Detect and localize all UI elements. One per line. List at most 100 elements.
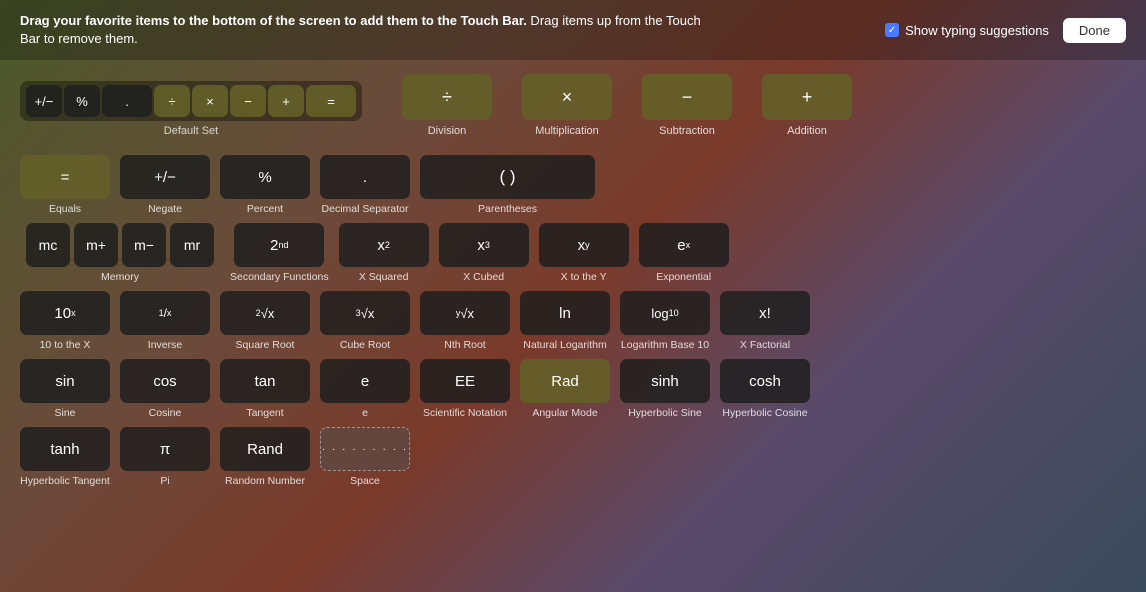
main-content: +/− % . ÷ × − + = Default Set ÷ Division… <box>0 60 1146 507</box>
cell-log10: log10 Logarithm Base 10 <box>620 291 710 351</box>
cell-sin: sin Sine <box>20 359 110 419</box>
subtraction-label: Subtraction <box>659 125 715 137</box>
parentheses-label: Parentheses <box>478 203 537 215</box>
row-5: tanh Hyperbolic Tangent π Pi Rand Random… <box>20 427 1126 487</box>
space-btn[interactable]: · · · · · · · · · <box>320 427 410 471</box>
10tox-label: 10 to the X <box>40 339 91 351</box>
cell-xsquared: x2 X Squared <box>339 223 429 283</box>
tan-btn[interactable]: tan <box>220 359 310 403</box>
xtoy-label: X to the Y <box>561 271 607 283</box>
sqrt-btn[interactable]: 2√x <box>220 291 310 335</box>
pi-btn[interactable]: π <box>120 427 210 471</box>
cell-sqrtx: 2√x Square Root <box>220 291 310 351</box>
top-op-subtraction: − Subtraction <box>642 74 732 137</box>
subtraction-btn[interactable]: − <box>642 74 732 120</box>
mplus-btn[interactable]: m+ <box>74 223 118 267</box>
log10-btn[interactable]: log10 <box>620 291 710 335</box>
cell-ln: ln Natural Logarithm <box>520 291 610 351</box>
decimal-label: Decimal Separator <box>322 203 409 215</box>
cubert-btn[interactable]: 3√x <box>320 291 410 335</box>
percent-btn[interactable]: % <box>220 155 310 199</box>
cell-xtoy: xy X to the Y <box>539 223 629 283</box>
sin-btn[interactable]: sin <box>20 359 110 403</box>
exponential-label: Exponential <box>656 271 711 283</box>
nthroot-label: Nth Root <box>444 339 485 351</box>
cosh-btn[interactable]: cosh <box>720 359 810 403</box>
cell-xcubed: x3 X Cubed <box>439 223 529 283</box>
show-typing-label[interactable]: ✓ Show typing suggestions <box>885 23 1049 38</box>
cell-e: e e <box>320 359 410 419</box>
cell-rand: Rand Random Number <box>220 427 310 487</box>
xsquared-btn[interactable]: x2 <box>339 223 429 267</box>
default-set-buttons: +/− % . ÷ × − + = <box>20 81 362 121</box>
multiplication-label: Multiplication <box>535 125 599 137</box>
show-typing-checkbox[interactable]: ✓ <box>885 23 899 37</box>
default-set-row: +/− % . ÷ × − + = Default Set ÷ Division… <box>20 74 1126 137</box>
cos-btn[interactable]: cos <box>120 359 210 403</box>
top-op-division: ÷ Division <box>402 74 492 137</box>
default-negate-btn[interactable]: +/− <box>26 85 62 117</box>
mminus-btn[interactable]: m− <box>122 223 166 267</box>
show-typing-text: Show typing suggestions <box>905 23 1049 38</box>
xtoy-btn[interactable]: xy <box>539 223 629 267</box>
tanh-label: Hyperbolic Tangent <box>20 475 110 487</box>
cell-10tox: 10x 10 to the X <box>20 291 110 351</box>
default-divide-btn[interactable]: ÷ <box>154 85 190 117</box>
sinh-btn[interactable]: sinh <box>620 359 710 403</box>
decimal-btn[interactable]: . <box>320 155 410 199</box>
ee-btn[interactable]: EE <box>420 359 510 403</box>
done-button[interactable]: Done <box>1063 18 1126 43</box>
ee-label: Scientific Notation <box>423 407 507 419</box>
top-ops: ÷ Division × Multiplication − Subtractio… <box>402 74 852 137</box>
mc-btn[interactable]: mc <box>26 223 70 267</box>
negate-label: Negate <box>148 203 182 215</box>
default-add-btn[interactable]: + <box>268 85 304 117</box>
parentheses-btn[interactable]: ( ) <box>420 155 595 199</box>
e-label: e <box>362 407 368 419</box>
cell-parentheses: ( ) Parentheses <box>420 155 595 215</box>
inverse-btn[interactable]: 1/x <box>120 291 210 335</box>
row-3: 10x 10 to the X 1/x Inverse 2√x Square R… <box>20 291 1126 351</box>
ln-btn[interactable]: ln <box>520 291 610 335</box>
multiplication-btn[interactable]: × <box>522 74 612 120</box>
cell-decimal: . Decimal Separator <box>320 155 410 215</box>
default-decimal-btn[interactable]: . <box>102 85 152 117</box>
xfact-label: X Factorial <box>740 339 790 351</box>
ln-label: Natural Logarithm <box>523 339 606 351</box>
xsquared-label: X Squared <box>359 271 409 283</box>
negate-btn[interactable]: +/− <box>120 155 210 199</box>
cell-tan: tan Tangent <box>220 359 310 419</box>
cell-cubert: 3√x Cube Root <box>320 291 410 351</box>
addition-btn[interactable]: + <box>762 74 852 120</box>
default-subtract-btn[interactable]: − <box>230 85 266 117</box>
row-2: mc m+ m− mr Memory 2nd Secondary Functio… <box>20 223 1126 283</box>
row-1: = Equals +/− Negate % Percent . Decimal … <box>20 155 1126 215</box>
top-bar: Drag your favorite items to the bottom o… <box>0 0 1146 60</box>
default-equals-btn[interactable]: = <box>306 85 356 117</box>
cell-rad: Rad Angular Mode <box>520 359 610 419</box>
top-op-addition: + Addition <box>762 74 852 137</box>
equals-label: Equals <box>49 203 81 215</box>
equals-btn[interactable]: = <box>20 155 110 199</box>
default-set-label: Default Set <box>164 125 218 137</box>
secondary-btn[interactable]: 2nd <box>234 223 324 267</box>
xcubed-btn[interactable]: x3 <box>439 223 529 267</box>
cell-exponential: ex Exponential <box>639 223 729 283</box>
mr-btn[interactable]: mr <box>170 223 214 267</box>
default-percent-btn[interactable]: % <box>64 85 100 117</box>
default-multiply-btn[interactable]: × <box>192 85 228 117</box>
xfact-btn[interactable]: x! <box>720 291 810 335</box>
e-btn[interactable]: e <box>320 359 410 403</box>
nthroot-btn[interactable]: y√x <box>420 291 510 335</box>
cell-cos: cos Cosine <box>120 359 210 419</box>
tanh-btn[interactable]: tanh <box>20 427 110 471</box>
exponential-btn[interactable]: ex <box>639 223 729 267</box>
rad-btn[interactable]: Rad <box>520 359 610 403</box>
xcubed-label: X Cubed <box>463 271 504 283</box>
rand-btn[interactable]: Rand <box>220 427 310 471</box>
cell-space: · · · · · · · · · Space <box>320 427 410 487</box>
10tox-btn[interactable]: 10x <box>20 291 110 335</box>
division-btn[interactable]: ÷ <box>402 74 492 120</box>
instruction-text: Drag your favorite items to the bottom o… <box>20 12 720 48</box>
cell-equals: = Equals <box>20 155 110 215</box>
